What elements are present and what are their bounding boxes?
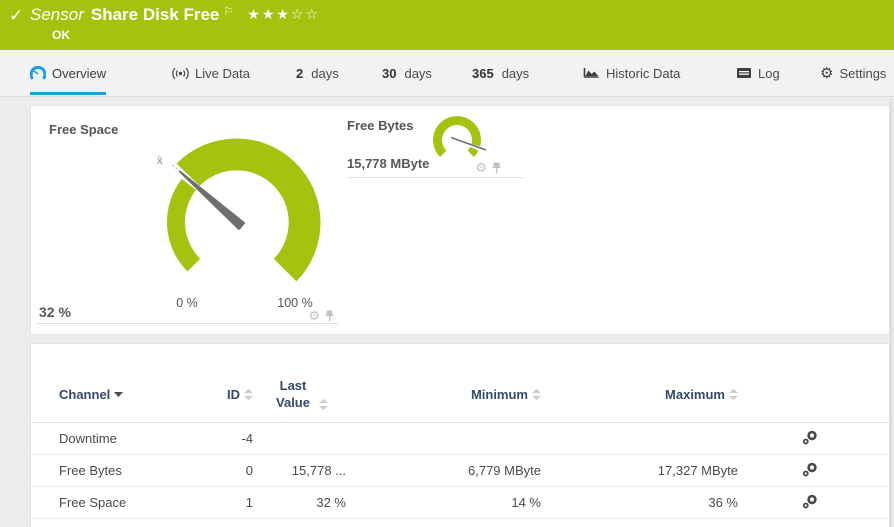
tab-number: 365 xyxy=(472,66,494,81)
gauge-value: 32 % xyxy=(39,304,71,320)
channel-settings-icon[interactable] xyxy=(802,494,818,510)
sensor-header: ✓ Sensor Share Disk Free⚐ ★★★☆☆ OK xyxy=(0,0,894,50)
prtg-sensor-page: ✓ Sensor Share Disk Free⚐ ★★★☆☆ OK Overvie… xyxy=(0,0,894,527)
tab-label: days xyxy=(502,66,529,81)
column-header-id[interactable]: ID xyxy=(189,387,253,402)
priority-stars[interactable]: ★★★☆☆ xyxy=(247,6,320,22)
tab-label: days xyxy=(311,66,338,81)
channel-id: -4 xyxy=(189,431,253,446)
table-row-free-space[interactable]: Free Space 1 32 % 14 % 36 % xyxy=(31,487,889,519)
status-badge: OK xyxy=(52,28,70,42)
settings-icon: ⚙ xyxy=(820,64,833,82)
channel-minimum: 6,779 MByte xyxy=(346,463,541,478)
free-space-gauge: x̄ xyxy=(137,114,337,314)
tab-label: days xyxy=(404,66,431,81)
vertical-scrollbar[interactable] xyxy=(890,98,894,527)
column-header-channel[interactable]: Channel xyxy=(59,387,189,402)
channel-name: Free Bytes xyxy=(59,463,189,478)
gauge-icon xyxy=(30,66,46,81)
tab-label: Settings xyxy=(839,66,886,81)
channel-maximum: 36 % xyxy=(541,495,738,510)
tab-number: 2 xyxy=(296,66,303,81)
gauge-gear-icon[interactable]: ⚙ xyxy=(308,308,320,324)
tab-label: Log xyxy=(758,66,780,81)
tab-label: Overview xyxy=(52,66,106,81)
gauge-gear-icon[interactable]: ⚙ xyxy=(475,160,487,176)
channel-minimum: 14 % xyxy=(346,495,541,510)
channel-last-value: 15,778 ... xyxy=(253,463,346,478)
tab-2-days[interactable]: 2 days xyxy=(296,50,339,96)
column-header-maximum[interactable]: Maximum xyxy=(541,387,738,402)
gauge-value: 15,778 MByte xyxy=(347,156,429,171)
gauge-title: Free Bytes xyxy=(347,118,413,133)
sensor-kind-label: Sensor xyxy=(30,5,84,24)
tab-label: Historic Data xyxy=(606,66,680,81)
gauge-scale-min: 0 % xyxy=(167,296,207,310)
channel-settings-icon[interactable] xyxy=(802,430,818,446)
channel-id: 0 xyxy=(189,463,253,478)
channel-name: Free Space xyxy=(59,495,189,510)
tab-overview[interactable]: Overview xyxy=(30,50,106,96)
gauge-pin-icon[interactable] xyxy=(492,162,501,174)
sort-icon xyxy=(532,389,541,400)
tab-bar: Overview Live Data 2 days 30 days 365 da… xyxy=(0,50,894,97)
column-header-last-value[interactable]: Last Value xyxy=(253,378,346,412)
channel-name: Downtime xyxy=(59,431,189,446)
status-check-icon: ✓ xyxy=(9,6,23,26)
tab-number: 30 xyxy=(382,66,396,81)
sort-desc-icon xyxy=(114,392,123,397)
average-marker: x̄ xyxy=(157,155,163,167)
tab-365-days[interactable]: 365 days xyxy=(472,50,529,96)
tab-log[interactable]: Log xyxy=(736,50,780,96)
free-space-gauge-widget: Free Space x̄ 0 % 100 % 32 % ⚙ xyxy=(37,112,338,324)
tab-settings[interactable]: ⚙ Settings xyxy=(820,50,886,96)
historic-data-icon xyxy=(583,67,600,80)
sort-icon xyxy=(729,389,738,400)
channel-id: 1 xyxy=(189,495,253,510)
channel-settings-icon[interactable] xyxy=(802,462,818,478)
flag-icon[interactable]: ⚐ xyxy=(223,6,233,18)
table-row-downtime[interactable]: Downtime -4 xyxy=(31,423,889,455)
log-icon xyxy=(736,67,752,79)
table-row-free-bytes[interactable]: Free Bytes 0 15,778 ... 6,779 MByte 17,3… xyxy=(31,455,889,487)
free-bytes-gauge-widget: Free Bytes 15,778 MByte ⚙ xyxy=(347,116,523,178)
live-data-icon xyxy=(172,67,189,80)
channel-last-value: 32 % xyxy=(253,495,346,510)
column-header-minimum[interactable]: Minimum xyxy=(346,387,541,402)
tab-label: Live Data xyxy=(195,66,250,81)
gauge-title: Free Space xyxy=(49,122,118,137)
table-header-row: Channel ID Last Value Minimum Maximum xyxy=(31,344,889,423)
overview-panel: Free Space x̄ 0 % 100 % 32 % ⚙ xyxy=(30,105,890,335)
sensor-title: Share Disk Free xyxy=(91,5,220,24)
channel-table-panel: Channel ID Last Value Minimum Maximum xyxy=(30,343,890,527)
channel-maximum: 17,327 MByte xyxy=(541,463,738,478)
sort-icon xyxy=(244,389,253,400)
gauge-pin-icon[interactable] xyxy=(325,310,334,322)
tab-30-days[interactable]: 30 days xyxy=(382,50,432,96)
tab-historic-data[interactable]: Historic Data xyxy=(583,50,680,96)
sort-icon xyxy=(319,399,328,410)
tab-live-data[interactable]: Live Data xyxy=(172,50,250,96)
